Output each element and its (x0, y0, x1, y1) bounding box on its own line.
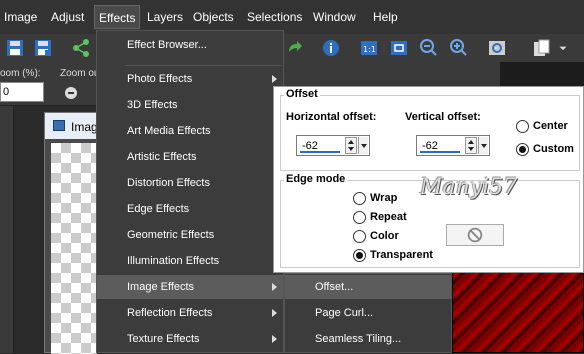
offset-group (280, 95, 580, 171)
red-image-preview (452, 268, 584, 353)
document-title-text: Imag (71, 120, 98, 134)
submenu-arrow-icon (272, 283, 277, 291)
redo-icon[interactable] (284, 37, 306, 59)
offset-group-title: Offset (284, 88, 320, 100)
wrap-label: Wrap (370, 192, 398, 204)
menu-effects[interactable]: Effects (94, 5, 141, 29)
zoom-input[interactable]: 0 (0, 82, 44, 102)
menu-item-effect-browser[interactable]: Effect Browser... (97, 33, 283, 57)
menu-selections[interactable]: Selections (247, 10, 302, 24)
repeat-radio[interactable] (353, 211, 366, 224)
menu-bar: Image Adjust Effects Layers Objects Sele… (0, 0, 584, 34)
zoom-out-icon[interactable] (418, 37, 440, 59)
chevron-down-icon[interactable] (478, 137, 488, 154)
no-color-icon (467, 227, 483, 243)
menu-layers[interactable]: Layers (147, 10, 183, 24)
menu-item-reflection-effects[interactable]: Reflection Effects (97, 301, 283, 325)
edge-mode-title: Edge mode (284, 173, 348, 185)
color-radio[interactable] (353, 230, 366, 243)
menu-window[interactable]: Window (313, 10, 356, 24)
menu-image[interactable]: Image (4, 10, 37, 24)
center-label: Center (533, 120, 568, 132)
submenu-item-seamless-tiling[interactable]: Seamless Tiling... (285, 327, 451, 351)
transparent-canvas[interactable] (51, 143, 97, 354)
share-icon[interactable] (70, 37, 92, 59)
overview-icon[interactable] (486, 37, 508, 59)
zoom-out-button[interactable] (60, 82, 82, 104)
menu-item-image-effects[interactable]: Image Effects (97, 275, 283, 299)
submenu-arrow-icon (272, 75, 277, 83)
zoom-label: oom (%): (0, 68, 41, 79)
color-label: Color (370, 230, 399, 242)
actual-size-icon[interactable]: 1:1 (358, 37, 380, 59)
chevron-down-icon[interactable] (358, 137, 368, 154)
menu-item-texture-effects[interactable]: Texture Effects (97, 327, 283, 351)
wrap-radio[interactable] (353, 192, 366, 205)
transparent-label: Transparent (370, 249, 433, 261)
custom-radio[interactable] (516, 143, 529, 156)
menu-item-3d-effects[interactable]: 3D Effects (97, 93, 283, 117)
submenu-arrow-icon (272, 309, 277, 317)
image-effects-submenu: Offset... Page Curl... Seamless Tiling..… (284, 273, 452, 353)
chevron-down-icon[interactable] (556, 37, 570, 59)
menu-item-distortion-effects[interactable]: Distortion Effects (97, 171, 283, 195)
custom-label: Custom (533, 143, 574, 155)
transparent-radio[interactable] (353, 249, 366, 262)
menu-item-artistic-effects[interactable]: Artistic Effects (97, 145, 283, 169)
save-as-icon[interactable] (32, 37, 54, 59)
paste-icon[interactable] (530, 37, 552, 59)
save-icon[interactable] (4, 37, 26, 59)
fit-window-icon[interactable] (388, 37, 410, 59)
menu-objects[interactable]: Objects (193, 10, 234, 24)
menu-item-edge-effects[interactable]: Edge Effects (97, 197, 283, 221)
zoom-in-icon[interactable] (448, 37, 470, 59)
menu-item-illumination-effects[interactable]: Illumination Effects (97, 249, 283, 273)
toolbar: 1:1 (0, 34, 584, 62)
watermark-signature: Manyi57 (420, 175, 518, 200)
field-focus-underline (420, 151, 460, 153)
image-icon (53, 120, 65, 131)
menu-adjust[interactable]: Adjust (51, 10, 84, 24)
horizontal-offset-field[interactable]: -62 (296, 135, 370, 156)
tools-strip (0, 106, 14, 353)
field-focus-underline (300, 151, 340, 153)
menu-separator (125, 65, 281, 66)
submenu-arrow-icon (272, 335, 277, 343)
center-radio[interactable] (516, 120, 529, 133)
color-swatch-button[interactable] (446, 224, 504, 246)
menu-item-art-media-effects[interactable]: Art Media Effects (97, 119, 283, 143)
info-icon[interactable] (320, 37, 342, 59)
submenu-item-page-curl[interactable]: Page Curl... (285, 301, 451, 325)
menu-item-photo-effects[interactable]: Photo Effects (97, 67, 283, 91)
vertical-offset-field[interactable]: -62 (416, 135, 490, 156)
vertical-spin-icon[interactable] (465, 137, 477, 154)
menu-item-geometric-effects[interactable]: Geometric Effects (97, 223, 283, 247)
effects-menu: Effect Browser... Photo Effects 3D Effec… (96, 30, 284, 353)
repeat-label: Repeat (370, 211, 407, 223)
zoom-value: 0 (3, 86, 10, 98)
horizontal-spin-icon[interactable] (345, 137, 357, 154)
vertical-offset-label: Vertical offset: (405, 111, 481, 123)
offset-dialog: Offset Horizontal offset: -62 Vertical o… (273, 86, 584, 273)
svg-text:1:1: 1:1 (363, 45, 376, 54)
submenu-item-offset[interactable]: Offset... (285, 275, 451, 299)
menu-help[interactable]: Help (373, 10, 398, 24)
horizontal-offset-label: Horizontal offset: (286, 111, 377, 123)
